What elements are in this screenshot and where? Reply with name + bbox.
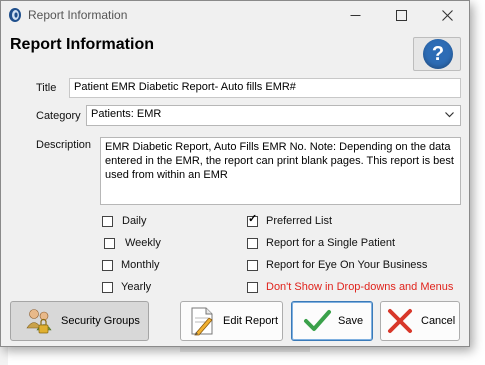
security-groups-label: Security Groups bbox=[61, 315, 140, 327]
category-label: Category bbox=[36, 110, 81, 122]
save-button[interactable]: Save bbox=[291, 301, 373, 341]
checkbox-box[interactable] bbox=[102, 259, 113, 271]
question-icon: ? bbox=[423, 39, 453, 69]
weekly-checkbox[interactable]: Weekly bbox=[104, 237, 161, 249]
weekly-label: Weekly bbox=[125, 237, 161, 249]
category-select[interactable]: Patients: EMR bbox=[86, 105, 461, 126]
description-label: Description bbox=[36, 139, 92, 151]
edit-report-button[interactable]: Edit Report bbox=[180, 301, 283, 341]
edit-document-icon bbox=[191, 307, 213, 336]
checkbox-box[interactable] bbox=[247, 259, 258, 271]
cancel-x-icon bbox=[388, 309, 412, 333]
users-lock-icon bbox=[26, 309, 52, 334]
daily-checkbox[interactable]: Daily bbox=[102, 215, 146, 227]
close-icon bbox=[441, 9, 453, 21]
title-bar[interactable]: Report Information bbox=[1, 1, 469, 29]
edit-report-label: Edit Report bbox=[223, 315, 279, 327]
yearly-label: Yearly bbox=[121, 281, 152, 293]
checkbox-box[interactable] bbox=[247, 237, 258, 249]
eye-on-business-label: Report for Eye On Your Business bbox=[266, 259, 428, 271]
dont-show-checkbox[interactable]: Don't Show in Drop-downs and Menus bbox=[247, 281, 453, 293]
chevron-down-icon bbox=[445, 112, 454, 118]
help-button[interactable]: ? bbox=[413, 37, 461, 71]
checkmark-icon: ✓ bbox=[248, 212, 258, 225]
single-patient-checkbox[interactable]: Report for a Single Patient bbox=[247, 237, 395, 249]
save-label: Save bbox=[338, 315, 364, 327]
security-groups-button[interactable]: Security Groups bbox=[10, 301, 149, 341]
maximize-icon bbox=[395, 9, 407, 21]
checkbox-box[interactable] bbox=[102, 215, 113, 227]
maximize-button[interactable] bbox=[382, 1, 420, 29]
minimize-button[interactable] bbox=[336, 1, 374, 29]
monthly-checkbox[interactable]: Monthly bbox=[102, 259, 160, 271]
checkbox-box-checked[interactable]: ✓ bbox=[247, 212, 258, 227]
cancel-button[interactable]: Cancel bbox=[380, 301, 460, 341]
app-icon bbox=[9, 8, 21, 22]
title-field[interactable]: Patient EMR Diabetic Report- Auto fills … bbox=[69, 78, 461, 98]
checkbox-box[interactable] bbox=[102, 281, 113, 293]
category-value: Patients: EMR bbox=[91, 108, 162, 120]
dont-show-label: Don't Show in Drop-downs and Menus bbox=[266, 281, 454, 293]
checkmark-icon bbox=[304, 310, 331, 331]
report-information-dialog: Report Information Report Information ? … bbox=[0, 0, 470, 347]
single-patient-label: Report for a Single Patient bbox=[266, 237, 396, 249]
checkbox-box[interactable] bbox=[104, 237, 115, 249]
close-button[interactable] bbox=[428, 1, 466, 29]
preferred-list-label: Preferred List bbox=[266, 215, 333, 227]
description-textarea[interactable]: EMR Diabetic Report, Auto Fills EMR No. … bbox=[100, 137, 461, 205]
yearly-checkbox[interactable]: Yearly bbox=[102, 281, 151, 293]
window-title: Report Information bbox=[28, 8, 128, 22]
eye-on-business-checkbox[interactable]: Report for Eye On Your Business bbox=[247, 259, 427, 271]
monthly-label: Monthly bbox=[121, 259, 160, 271]
cancel-label: Cancel bbox=[421, 315, 456, 327]
page-heading: Report Information bbox=[10, 36, 154, 53]
checkbox-box[interactable] bbox=[247, 281, 258, 293]
minimize-icon bbox=[350, 14, 360, 16]
title-label: Title bbox=[36, 82, 57, 94]
preferred-list-checkbox[interactable]: ✓ Preferred List bbox=[247, 212, 333, 227]
daily-label: Daily bbox=[122, 215, 147, 227]
